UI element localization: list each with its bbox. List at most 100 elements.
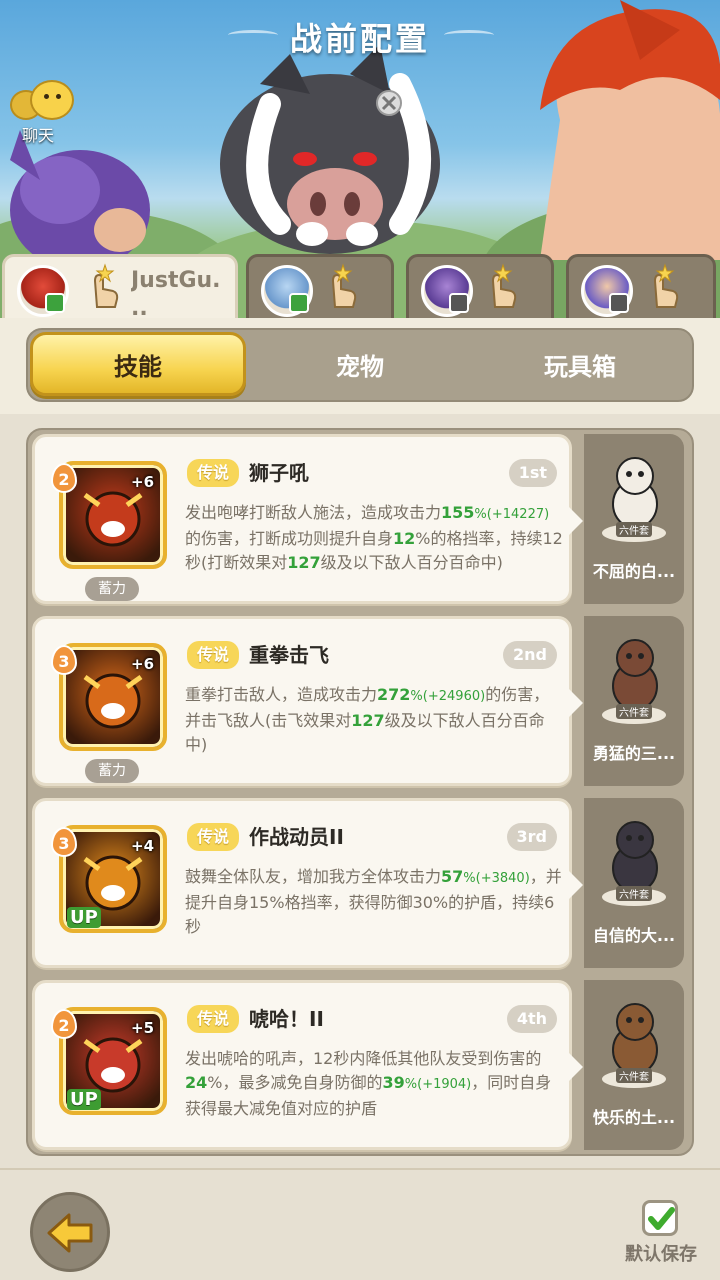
ready-icon [449, 293, 469, 313]
hero-tab-4[interactable] [566, 254, 716, 320]
skill-card[interactable]: 3 +6 蓄力 传说 重拳击飞 2nd 重拳打击敌人，造成攻击力272%(+24… [32, 616, 583, 786]
tap-hand-icon [93, 263, 119, 308]
skill-description-segment: 发出唬哈的吼声，12秒内降低其他队友受到伤害的 [185, 1049, 542, 1068]
skill-description-segment: %( [410, 689, 428, 704]
skill-plus-level: +5 [131, 1019, 155, 1037]
skill-description-segment: +14227 [491, 507, 545, 522]
back-button[interactable] [30, 1192, 110, 1272]
rarity-badge: 传说 [187, 823, 240, 851]
pet-name: 快乐的土... [592, 1108, 676, 1127]
hero-name: JustGu. .. [131, 268, 221, 321]
skill-level-badge: 3 [51, 645, 77, 675]
tab-pets[interactable]: 宠物 [252, 332, 468, 396]
skill-description-segment: +24960 [427, 689, 481, 704]
skill-level-badge: 3 [51, 827, 77, 857]
pet-set-badge: 六件套 [616, 704, 652, 719]
skill-description: 发出唬哈的吼声，12秒内降低其他队友受到伤害的 24%，最多减免自身防御的39%(… [185, 1047, 565, 1121]
rarity-badge: 传说 [187, 641, 240, 669]
skill-row[interactable]: 2 +5 UP 传说 唬哈！II 4th 发出唬哈的吼声，12秒内降低其他队友受… [32, 980, 684, 1150]
skill-row[interactable]: 3 +4 UP 传说 作战动员II 3rd 鼓舞全体队友，增加我方全体攻击力57… [32, 798, 684, 968]
skill-slot-badge: 1st [508, 459, 557, 487]
rarity-badge: 传说 [187, 459, 240, 487]
skill-name: 唬哈！II [249, 1007, 324, 1031]
hero-tab-1[interactable]: JustGu. .. [2, 254, 238, 322]
pet-name: 不屈的白... [592, 562, 676, 581]
skill-upgrade-badge: UP [67, 907, 101, 928]
tab-toybox[interactable]: 玩具箱 [472, 332, 688, 396]
skill-description-segment: 57 [441, 867, 464, 886]
settings-wrench-icon[interactable] [376, 90, 402, 116]
skill-level-badge: 2 [51, 463, 77, 493]
pet-name: 自信的大... [592, 926, 676, 945]
skill-description-segment: 重拳打击敌人，造成攻击力 [185, 685, 378, 704]
skill-description-segment: 39 [382, 1073, 405, 1092]
pet-set-badge: 六件套 [616, 1068, 652, 1083]
skill-card[interactable]: 2 +6 蓄力 传说 狮子吼 1st 发出咆哮打断敌人施法，造成攻击力155%(… [32, 434, 583, 604]
default-save-checkbox[interactable] [642, 1200, 678, 1236]
pet-name: 勇猛的三... [592, 744, 676, 763]
skill-name: 重拳击飞 [249, 643, 329, 667]
skill-name: 狮子吼 [249, 461, 309, 485]
skill-description-segment: 12 [393, 529, 416, 548]
skill-row[interactable]: 2 +6 蓄力 传说 狮子吼 1st 发出咆哮打断敌人施法，造成攻击力155%(… [32, 434, 684, 604]
skill-slot-badge: 2nd [503, 641, 557, 669]
skill-description-segment: 鼓舞全体队友，增加我方全体攻击力 [185, 867, 442, 886]
skill-card[interactable]: 2 +5 UP 传说 唬哈！II 4th 发出唬哈的吼声，12秒内降低其他队友受… [32, 980, 583, 1150]
skill-name: 作战动员II [249, 825, 344, 849]
back-arrow-icon [47, 1213, 93, 1253]
skill-plus-level: +6 [131, 655, 155, 673]
skill-description-segment: +1904 [422, 1077, 467, 1092]
rarity-badge: 传说 [187, 1005, 240, 1033]
chat-icon-face [30, 80, 74, 120]
skill-description-segment: +3840 [480, 871, 525, 886]
boar-boss-character [220, 44, 440, 254]
skill-description-segment: 的伤害，打断成功则提升自身 [185, 529, 394, 548]
page-title: 战前配置 [289, 20, 430, 58]
skill-description-segment: 24 [185, 1073, 208, 1092]
skill-description-segment: 级及以下敌人百分百命中) [320, 553, 503, 572]
skill-description: 重拳打击敌人，造成攻击力272%(+24960)的伤害，并击飞敌人(击飞效果对1… [185, 683, 565, 757]
pet-card[interactable]: 六件套 快乐的土... [584, 980, 684, 1150]
pet-set-badge: 六件套 [616, 522, 652, 537]
skill-description-segment: %( [404, 1077, 423, 1092]
skill-description-segment: %，最多减免自身防御的 [207, 1073, 383, 1092]
skill-description-segment: 127 [287, 553, 321, 572]
skill-description-segment: ) [544, 507, 550, 522]
skill-row[interactable]: 3 +6 蓄力 传说 重拳击飞 2nd 重拳打击敌人，造成攻击力272%(+24… [32, 616, 684, 786]
pet-card[interactable]: 六件套 自信的大... [584, 798, 684, 968]
skill-slot-badge: 4th [506, 1005, 557, 1033]
default-save-label: 默认保存 [625, 1244, 697, 1265]
category-tab-bar: 技能 宠物 玩具箱 [0, 318, 720, 414]
ready-icon [289, 293, 309, 313]
bottom-bar: 默认保存 [0, 1168, 720, 1280]
tap-hand-icon [653, 263, 679, 308]
skill-plus-level: +6 [131, 473, 155, 491]
skill-plus-level: +4 [131, 837, 155, 855]
hero-tab-bar: JustGu. .. [0, 254, 720, 322]
tap-hand-icon [491, 263, 517, 308]
skill-upgrade-badge: UP [67, 1089, 101, 1110]
skill-charge-tag: 蓄力 [85, 577, 139, 601]
skill-description-segment: 155 [441, 503, 475, 522]
tap-hand-icon [331, 263, 357, 308]
checkmark-icon [648, 1207, 675, 1230]
hero-tab-3[interactable] [406, 254, 554, 320]
chat-label: 聊天 [22, 126, 55, 145]
skill-level-badge: 2 [51, 1009, 77, 1039]
hero-tab-2[interactable] [246, 254, 394, 320]
pet-card[interactable]: 六件套 勇猛的三... [584, 616, 684, 786]
pet-card[interactable]: 六件套 不屈的白... [584, 434, 684, 604]
chat-button[interactable]: 聊天 [10, 80, 80, 145]
skill-description: 发出咆哮打断敌人施法，造成攻击力155%(+14227) 的伤害，打断成功则提升自… [185, 501, 565, 575]
ready-icon [45, 293, 65, 313]
skill-description-segment: %( [474, 507, 492, 522]
skill-card[interactable]: 3 +4 UP 传说 作战动员II 3rd 鼓舞全体队友，增加我方全体攻击力57… [32, 798, 583, 968]
skill-description-segment: 发出咆哮打断敌人施法，造成攻击力 [185, 503, 442, 522]
skill-slot-badge: 3rd [506, 823, 557, 851]
skill-charge-tag: 蓄力 [85, 759, 139, 783]
pet-set-badge: 六件套 [616, 886, 652, 901]
skill-description: 鼓舞全体队友，增加我方全体攻击力57%(+3840)，并提升自身15%格挡率，获… [185, 865, 565, 939]
tab-skills[interactable]: 技能 [30, 332, 246, 396]
skill-description-segment: %( [463, 871, 481, 886]
skill-description-segment: 127 [351, 711, 385, 730]
